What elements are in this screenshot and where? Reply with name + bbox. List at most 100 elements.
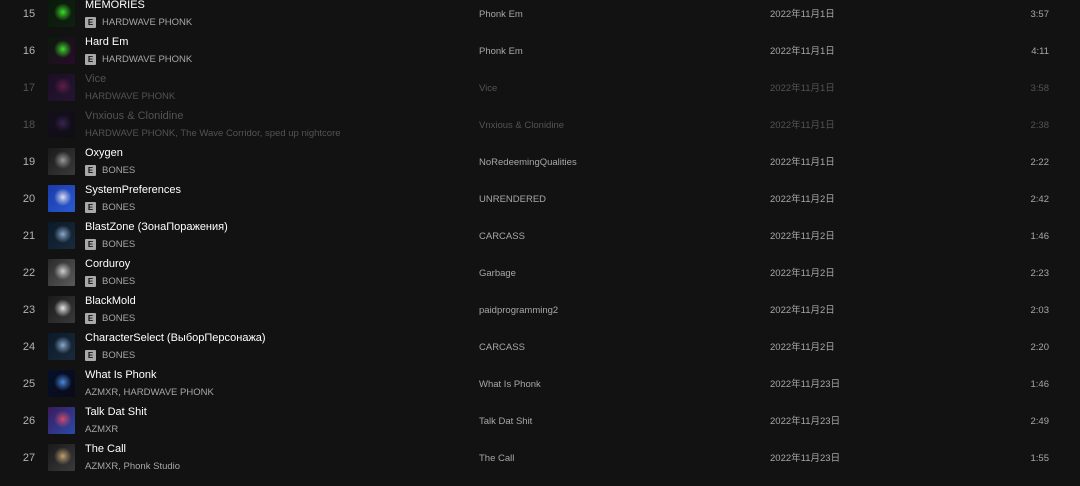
track-subline: E BONES (85, 349, 135, 361)
album-art-thumbnail[interactable] (48, 37, 75, 64)
track-date-added: 2022年11月2日 (770, 305, 835, 316)
album-art-thumbnail[interactable] (48, 370, 75, 397)
album-art-thumbnail[interactable] (48, 444, 75, 471)
track-title[interactable]: Vnxious & Clonidine (85, 110, 183, 122)
track-title[interactable]: Corduroy (85, 258, 130, 270)
track-title[interactable]: The Call (85, 443, 126, 455)
track-artist-link[interactable]: AZMXR, HARDWAVE PHONK (85, 387, 214, 398)
track-duration: 2:22 (1030, 157, 1050, 168)
track-album-link[interactable]: NoRedeemingQualities (479, 144, 577, 181)
album-art-thumbnail[interactable] (48, 111, 75, 138)
track-row[interactable]: 25 What Is Phonk AZMXR, HARDWAVE PHONK What… (0, 366, 1080, 403)
track-row[interactable]: 22 Corduroy E BONES Garbage 2022年11月2日 2:23 (0, 255, 1080, 292)
track-album-link[interactable]: Phonk Em (479, 33, 523, 70)
track-date-added: 2022年11月2日 (770, 342, 835, 353)
album-art-thumbnail[interactable] (48, 296, 75, 323)
track-album-link[interactable]: paidprogramming2 (479, 292, 558, 329)
track-row[interactable]: 20 SystemPreferences E BONES UNRENDERED 2022年… (0, 181, 1080, 218)
track-artist-link[interactable]: BONES (102, 350, 135, 361)
track-album-link[interactable]: The Call (479, 440, 514, 477)
track-duration: 2:38 (1030, 120, 1050, 131)
track-artist-link[interactable]: HARDWAVE PHONK, The Wave Corridor, sped … (85, 128, 341, 139)
track-duration: 1:46 (1030, 379, 1050, 390)
track-album-link[interactable]: Garbage (479, 255, 516, 292)
track-row[interactable]: 18 Vnxious & Clonidine HARDWAVE PHONK, The… (0, 107, 1080, 144)
album-art-thumbnail[interactable] (48, 185, 75, 212)
track-subline: E HARDWAVE PHONK (85, 53, 192, 65)
track-album-link[interactable]: Vnxious & Clonidine (479, 107, 564, 144)
track-date-added: 2022年11月2日 (770, 194, 835, 205)
track-row[interactable]: 17 Vice HARDWAVE PHONK Vice 2022年11月1日 3:58 (0, 70, 1080, 107)
track-subline: E BONES (85, 312, 135, 324)
album-art-thumbnail[interactable] (48, 407, 75, 434)
track-row[interactable]: 23 BlackMold E BONES paidprogramming2 2022年11… (0, 292, 1080, 329)
track-date-added: 2022年11月23日 (770, 379, 841, 390)
track-date-added: 2022年11月2日 (770, 231, 835, 242)
track-date-added: 2022年11月1日 (770, 46, 835, 57)
track-artist-link[interactable]: HARDWAVE PHONK (102, 17, 192, 28)
album-art-thumbnail[interactable] (48, 222, 75, 249)
track-title[interactable]: Vice (85, 73, 106, 85)
track-row[interactable]: 19 Oxygen E BONES NoRedeemingQualities 2022年1… (0, 144, 1080, 181)
track-subline: AZMXR, HARDWAVE PHONK (85, 386, 214, 398)
track-subline: E BONES (85, 238, 135, 250)
track-album-link[interactable]: CARCASS (479, 329, 525, 366)
track-album-link[interactable]: CARCASS (479, 218, 525, 255)
track-artist-link[interactable]: AZMXR (85, 424, 118, 435)
track-subline: HARDWAVE PHONK (85, 90, 175, 102)
track-album-link[interactable]: What Is Phonk (479, 366, 541, 403)
track-artist-link[interactable]: BONES (102, 239, 135, 250)
track-row[interactable]: 16 Hard Em E HARDWAVE PHONK Phonk Em 2022年11月… (0, 33, 1080, 70)
track-date-added: 2022年11月1日 (770, 9, 835, 20)
track-artist-link[interactable]: BONES (102, 165, 135, 176)
track-title[interactable]: SystemPreferences (85, 184, 181, 196)
track-title[interactable]: CharacterSelect (ВыборПерсонажа) (85, 332, 266, 344)
track-date-added: 2022年11月1日 (770, 120, 835, 131)
track-date-added: 2022年11月23日 (770, 416, 841, 427)
track-artist-link[interactable]: HARDWAVE PHONK (102, 54, 192, 65)
track-title[interactable]: BlackMold (85, 295, 136, 307)
track-album-link[interactable]: Talk Dat Shit (479, 403, 532, 440)
track-duration: 1:46 (1030, 231, 1050, 242)
track-title[interactable]: MEMORIES (85, 0, 145, 11)
track-album-link[interactable]: UNRENDERED (479, 181, 546, 218)
track-title[interactable]: Hard Em (85, 36, 128, 48)
track-title[interactable]: Oxygen (85, 147, 123, 159)
track-artist-link[interactable]: BONES (102, 276, 135, 287)
track-duration: 2:49 (1030, 416, 1050, 427)
track-row[interactable]: 21 BlastZone (ЗонаПоражения) E BONES CARCASS… (0, 218, 1080, 255)
explicit-badge-icon: E (85, 349, 96, 361)
track-album-link[interactable]: Vice (479, 70, 497, 107)
track-row[interactable]: 27 The Call AZMXR, Phonk Studio The Call 202… (0, 440, 1080, 477)
album-art-thumbnail[interactable] (48, 333, 75, 360)
explicit-badge-icon: E (85, 312, 96, 324)
album-art-thumbnail[interactable] (48, 259, 75, 286)
track-row[interactable]: 15 MEMORIES E HARDWAVE PHONK Phonk Em 2022年11… (0, 0, 1080, 33)
track-duration: 2:23 (1030, 268, 1050, 279)
track-title[interactable]: BlastZone (ЗонаПоражения) (85, 221, 228, 233)
track-row[interactable]: 24 CharacterSelect (ВыборПерсонажа) E BONES… (0, 329, 1080, 366)
track-duration: 2:20 (1030, 342, 1050, 353)
track-row[interactable]: 26 Talk Dat Shit AZMXR Talk Dat Shit 2022年11… (0, 403, 1080, 440)
track-subline: AZMXR, Phonk Studio (85, 460, 180, 472)
track-duration: 3:58 (1030, 83, 1050, 94)
album-art-thumbnail[interactable] (48, 74, 75, 101)
track-album-link[interactable]: Phonk Em (479, 0, 523, 33)
track-duration: 2:42 (1030, 194, 1050, 205)
track-artist-link[interactable]: BONES (102, 313, 135, 324)
track-artist-link[interactable]: HARDWAVE PHONK (85, 91, 175, 102)
track-date-added: 2022年11月1日 (770, 83, 835, 94)
track-subline: E BONES (85, 164, 135, 176)
track-title[interactable]: What Is Phonk (85, 369, 157, 381)
album-art-thumbnail[interactable] (48, 0, 75, 27)
track-artist-link[interactable]: AZMXR, Phonk Studio (85, 461, 180, 472)
track-title[interactable]: Talk Dat Shit (85, 406, 147, 418)
track-duration: 3:57 (1030, 9, 1050, 20)
album-art-thumbnail[interactable] (48, 148, 75, 175)
explicit-badge-icon: E (85, 275, 96, 287)
track-artist-link[interactable]: BONES (102, 202, 135, 213)
explicit-badge-icon: E (85, 16, 96, 28)
track-subline: E HARDWAVE PHONK (85, 16, 192, 28)
explicit-badge-icon: E (85, 164, 96, 176)
explicit-badge-icon: E (85, 201, 96, 213)
